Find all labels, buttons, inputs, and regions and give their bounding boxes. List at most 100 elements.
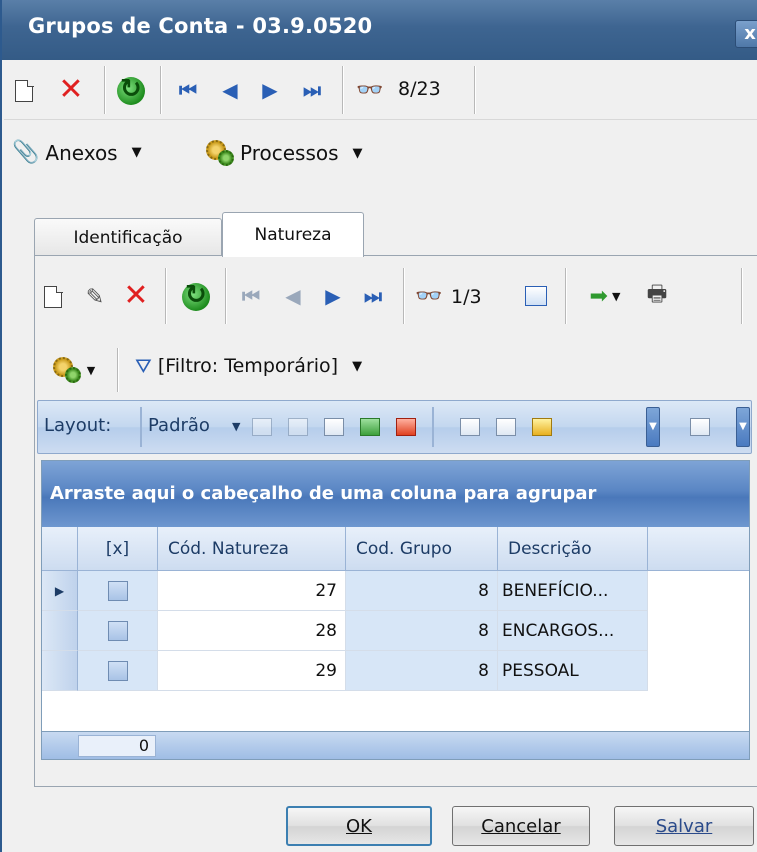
detail-delete-button[interactable]: ✕ [121,280,151,312]
detail-next-button[interactable]: ▶ [321,282,345,310]
table-row[interactable]: 29 8 PESSOAL [42,651,749,691]
row-checkbox[interactable] [107,660,128,681]
toolbar-separator [565,268,567,324]
previous-record-button[interactable]: ◀ [218,76,242,104]
grid-header-row: [x] Cód. Natureza Cod. Grupo Descrição [42,527,749,571]
save-button[interactable]: Salvar [614,806,754,846]
detail-refresh-button[interactable] [181,280,211,312]
grid-view-icon[interactable] [690,418,710,436]
refresh-icon [182,280,210,311]
filter-toolbar: ▼ ⛛ [Filtro: Temporário] ▼ [35,340,757,400]
table-row[interactable]: 28 8 ENCARGOS... [42,611,749,651]
chevron-down-icon: ▼ [352,145,363,161]
column-header-descricao[interactable]: Descrição [498,527,648,571]
row-checkbox[interactable] [107,580,128,601]
column-header-cod-grupo[interactable]: Cod. Grupo [346,527,498,571]
delete-layout-icon[interactable] [288,418,308,436]
calendar-button[interactable] [523,284,549,308]
row-indicator [42,611,78,651]
delete-button[interactable]: ✕ [56,74,86,106]
detail-record-counter: 1/3 [451,286,482,308]
table-row[interactable]: ▶ 27 8 BENEFÍCIO... [42,571,749,611]
printer-icon: 🖶 [646,282,668,307]
row-checkbox[interactable] [107,620,128,641]
refresh-button[interactable] [116,74,146,106]
anexos-menu[interactable]: 📎 Anexos ▼ [12,140,142,165]
toolbar-separator [403,268,405,324]
last-record-button[interactable]: ⏭ [298,76,326,104]
record-counter: 8/23 [398,78,441,100]
processos-menu[interactable]: Processos ▼ [204,138,363,168]
view-dropdown[interactable]: ▼ [736,407,750,447]
chevron-down-icon: ▼ [131,145,142,160]
gears-icon [51,355,81,385]
close-button[interactable]: x [735,20,757,48]
export-button[interactable]: ➡ ▼ [579,280,631,312]
sum-icon[interactable] [496,418,516,436]
toolbar-separator [225,268,227,324]
detail-last-button[interactable]: ⏭ [359,282,387,310]
layout-label: Layout: [44,415,112,436]
cell-cod-natureza[interactable]: 27 [158,571,346,611]
processes-dropdown-button[interactable]: ▼ [45,352,101,388]
chevron-down-icon: ▼ [232,420,241,433]
export-layout-icon[interactable] [396,418,416,436]
delete-icon: ✕ [123,278,149,313]
cell-cod-grupo[interactable]: 8 [346,571,498,611]
ok-button[interactable]: OK [286,806,432,846]
paperclip-icon: 📎 [12,140,40,165]
gears-icon [204,138,234,168]
toolbar-separator [342,66,344,114]
print-button[interactable]: 🖶 [641,280,673,312]
cell-cod-grupo[interactable]: 8 [346,651,498,691]
cell-descricao[interactable]: BENEFÍCIO... [498,571,648,611]
new-record-button[interactable] [12,78,36,104]
cell-cod-natureza[interactable]: 29 [158,651,346,691]
row-checkbox-cell[interactable] [78,611,158,651]
grid-columns-icon[interactable] [324,418,344,436]
chevron-down-icon: ▼ [352,358,363,374]
detail-edit-button[interactable]: ✎ [81,282,109,312]
row-checkbox-cell[interactable] [78,651,158,691]
layout-separator [432,407,434,447]
cell-cod-natureza[interactable]: 28 [158,611,346,651]
cell-descricao[interactable]: ENCARGOS... [498,611,648,651]
cell-cod-grupo[interactable]: 8 [346,611,498,651]
find-button[interactable]: 👓 [356,76,384,104]
highlight-icon[interactable] [532,418,552,436]
copy-layout-icon[interactable] [252,418,272,436]
layout-more-dropdown[interactable]: ▼ [646,407,660,447]
column-header-check[interactable]: [x] [78,527,158,571]
layout-select[interactable]: Padrão [148,415,210,436]
cell-descricao[interactable]: PESSOAL [498,651,648,691]
refresh-icon [117,74,145,105]
title-bar: Grupos de Conta - 03.9.0520 x [2,0,757,60]
previous-record-icon: ◀ [285,284,301,308]
edit-icon: ✎ [85,284,105,310]
detail-prev-button[interactable]: ◀ [281,282,305,310]
toolbar-separator [160,66,162,114]
layout-bar: Layout: Padrão ▼ ▼ ▼ [37,400,752,454]
new-icon [15,79,34,102]
filter-row-icon[interactable] [460,418,480,436]
layout-separator [140,407,142,447]
filter-dropdown[interactable]: ⛛ [Filtro: Temporário] ▼ [135,354,362,378]
detail-new-button[interactable] [41,284,65,310]
binoculars-icon: 👓 [415,283,443,309]
tab-identificacao[interactable]: Identificação [34,218,222,256]
filter-funnel-icon: ⛛ [135,354,152,378]
tab-natureza[interactable]: Natureza [222,212,364,257]
column-header-cod-natureza[interactable]: Cód. Natureza [158,527,346,571]
first-record-button[interactable]: ⏮ [176,76,200,104]
cancel-button[interactable]: Cancelar [452,806,590,846]
detail-first-button[interactable]: ⏮ [239,282,263,310]
import-layout-icon[interactable] [360,418,380,436]
last-record-icon: ⏭ [364,284,382,308]
last-record-icon: ⏭ [303,78,321,102]
previous-record-icon: ◀ [222,78,238,102]
row-checkbox-cell[interactable] [78,571,158,611]
next-record-button[interactable]: ▶ [258,76,282,104]
group-by-panel[interactable]: Arraste aqui o cabeçalho de uma coluna p… [42,461,749,527]
detail-find-button[interactable]: 👓 [415,282,443,310]
export-arrow-icon: ➡ [589,283,608,309]
